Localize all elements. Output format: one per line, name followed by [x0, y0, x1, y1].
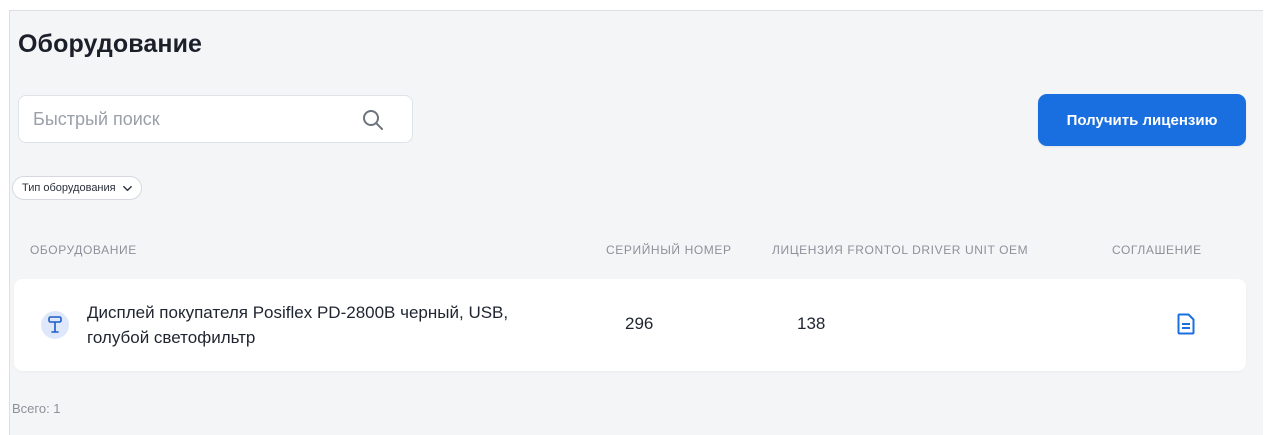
column-header-equipment[interactable]: ОБОРУДОВАНИЕ [30, 243, 137, 257]
column-header-license[interactable]: ЛИЦЕНЗИЯ FRONTOL DRIVER UNIT OEM [772, 243, 1028, 257]
equipment-type-filter[interactable]: Тип оборудования [12, 176, 142, 200]
search-input[interactable] [33, 96, 343, 142]
document-icon[interactable] [1177, 313, 1195, 335]
equipment-type-filter-label: Тип оборудования [22, 182, 116, 194]
search-icon[interactable] [361, 108, 385, 132]
column-header-serial[interactable]: СЕРИЙНЫЙ НОМЕР [606, 243, 732, 257]
total-count: Всего: 1 [12, 401, 61, 416]
column-header-agreement[interactable]: СОГЛАШЕНИЕ [1112, 243, 1202, 257]
search-box[interactable] [18, 95, 413, 143]
get-license-button[interactable]: Получить лицензию [1038, 94, 1246, 146]
customer-display-icon [41, 311, 69, 339]
serial-number: 296 [625, 314, 654, 333]
page-title: Оборудование [18, 30, 203, 58]
chevron-down-icon [122, 185, 132, 191]
license-count: 138 [797, 314, 826, 333]
equipment-name: Дисплей покупателя Posiflex PD-2800B чер… [87, 303, 509, 347]
equipment-panel [9, 10, 1263, 435]
table-row[interactable]: Дисплей покупателя Posiflex PD-2800B чер… [14, 279, 1246, 371]
